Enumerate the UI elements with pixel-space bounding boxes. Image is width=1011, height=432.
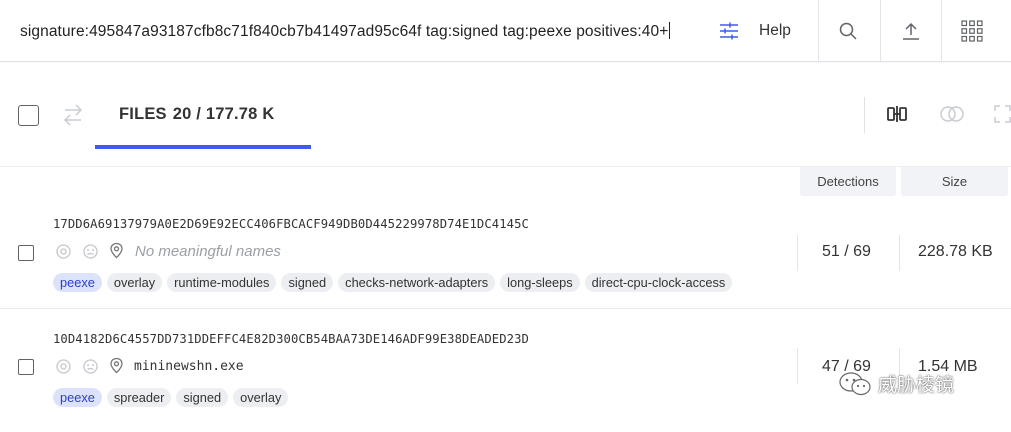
divider [899, 235, 900, 271]
divider [797, 348, 798, 384]
tag-overlay[interactable]: overlay [233, 388, 289, 407]
tag-direct-cpu-clock-access[interactable]: direct-cpu-clock-access [584, 273, 733, 292]
tag-checks-network-adapters[interactable]: checks-network-adapters [338, 273, 496, 292]
divider [818, 0, 819, 62]
file-hash[interactable]: 17DD6A69137979A0E2D69E92ECC406FBCACF949D… [53, 217, 529, 231]
wechat-logo-icon [839, 371, 871, 395]
divider [864, 97, 865, 133]
tag-spreader[interactable]: spreader [106, 388, 172, 407]
location-pin-icon [110, 242, 123, 259]
overlap-icon[interactable] [939, 105, 965, 123]
text-caret [669, 22, 671, 39]
watermark: 威胁棱镜 [838, 370, 954, 397]
file-name[interactable]: mininewshn.exe [134, 359, 244, 374]
tag-signed[interactable]: signed [281, 273, 334, 292]
sandbox-icon [83, 244, 98, 259]
table-row[interactable]: 17DD6A69137979A0E2D69E92ECC406FBCACF949D… [0, 197, 1011, 309]
search-input[interactable]: signature:495847a93187cfb8c71f840cb7b414… [20, 22, 671, 41]
compare-icon[interactable] [886, 105, 908, 123]
tag-signed[interactable]: signed [176, 388, 229, 407]
tab-files-count: 20 / 177.78 K [172, 105, 275, 123]
watermark-text: 威胁棱镜 [878, 375, 955, 396]
results-toolbar: FILES 20 / 177.78 K [0, 63, 1011, 167]
file-hash[interactable]: 10D4182D6C4557DD731DDEFFC4E82D300CB54BAA… [53, 332, 529, 346]
row-checkbox[interactable] [18, 359, 34, 375]
divider [941, 0, 942, 62]
upload-icon [903, 22, 919, 40]
upload-button[interactable] [896, 16, 926, 46]
tag-overlay[interactable]: overlay [106, 273, 163, 292]
tab-files[interactable]: FILES 20 / 177.78 K [119, 105, 274, 124]
community-icon [56, 244, 71, 259]
tag-peexe[interactable]: peexe [53, 388, 102, 407]
location-pin-icon [110, 357, 123, 374]
tag-runtime-modules[interactable]: runtime-modules [167, 273, 277, 292]
apps-button[interactable] [957, 16, 987, 46]
apps-grid-icon [961, 20, 983, 42]
sandbox-icon [83, 359, 98, 374]
detections-value: 51 / 69 [822, 243, 871, 260]
help-link[interactable]: Help [759, 22, 791, 40]
tab-files-label: FILES [119, 105, 167, 123]
divider [880, 0, 881, 62]
column-header-size[interactable]: Size [901, 167, 1008, 196]
select-all-checkbox[interactable] [18, 105, 39, 126]
column-header-detections[interactable]: Detections [800, 167, 896, 196]
search-button[interactable] [833, 16, 863, 46]
tag-list: peexe overlay runtime-modules signed che… [53, 273, 733, 292]
tag-long-sleeps[interactable]: long-sleeps [500, 273, 580, 292]
community-icon [56, 359, 71, 374]
filter-settings-icon[interactable] [718, 21, 740, 41]
swap-icon[interactable] [62, 101, 84, 129]
tag-peexe[interactable]: peexe [53, 273, 102, 292]
top-search-bar: signature:495847a93187cfb8c71f840cb7b414… [0, 0, 1011, 62]
file-name: No meaningful names [135, 243, 281, 260]
divider [797, 235, 798, 271]
search-query[interactable]: signature:495847a93187cfb8c71f840cb7b414… [20, 23, 668, 40]
active-tab-indicator [95, 145, 311, 149]
search-icon [839, 22, 857, 40]
row-checkbox[interactable] [18, 245, 34, 261]
expand-icon[interactable] [994, 105, 1011, 123]
tag-list: peexe spreader signed overlay [53, 388, 289, 407]
size-value: 228.78 KB [918, 243, 993, 260]
